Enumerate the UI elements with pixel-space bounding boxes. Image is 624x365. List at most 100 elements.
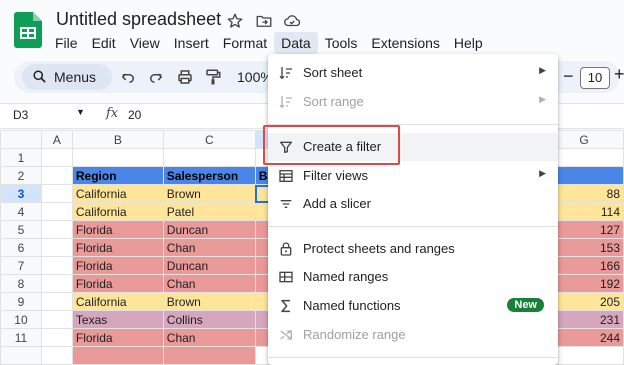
cell[interactable] [40, 238, 73, 257]
row-header[interactable]: 8 [0, 274, 42, 293]
menu-item-label: Add a slicer [303, 196, 371, 211]
menu-item-protect-sheets[interactable]: Protect sheets and ranges [268, 235, 558, 263]
menu-help[interactable]: Help [447, 34, 490, 52]
data-menu-dropdown: Sort sheet ▶ Sort range ▶ Create a filte… [268, 54, 558, 365]
print-icon[interactable] [176, 68, 194, 86]
cell[interactable] [71, 148, 164, 167]
filter-views-icon [279, 170, 293, 182]
paint-format-icon[interactable] [204, 68, 222, 86]
cloud-saved-icon[interactable] [283, 12, 301, 30]
menu-divider [268, 226, 558, 227]
cell-region[interactable]: Florida [71, 220, 164, 239]
menu-item-sort-range[interactable]: Sort range ▶ [268, 88, 558, 116]
decrease-font-size-button[interactable]: − [563, 66, 574, 87]
cell[interactable] [40, 310, 73, 329]
menu-extensions[interactable]: Extensions [364, 34, 446, 52]
undo-icon[interactable] [119, 68, 137, 86]
cell-region[interactable]: Florida [71, 274, 164, 293]
cell-salesperson[interactable]: Chan [162, 238, 256, 257]
menu-data[interactable]: Data [274, 32, 318, 54]
cell[interactable] [162, 148, 256, 167]
column-header-c[interactable]: C [162, 130, 256, 149]
redo-icon[interactable] [147, 68, 165, 86]
menu-item-named-functions[interactable]: Named functions New [268, 292, 558, 320]
document-title[interactable]: Untitled spreadsheet [56, 9, 221, 30]
sheets-logo-icon[interactable] [14, 12, 42, 48]
menu-view[interactable]: View [123, 34, 167, 52]
submenu-arrow-icon: ▶ [539, 94, 546, 104]
cell-salesperson[interactable]: Duncan [162, 220, 256, 239]
new-badge: New [507, 298, 544, 312]
menu-edit[interactable]: Edit [85, 34, 123, 52]
row-header[interactable]: 11 [0, 328, 42, 347]
column-header-a[interactable]: A [40, 130, 73, 149]
menu-item-randomize-range[interactable]: Randomize range [268, 321, 558, 349]
cell-region[interactable]: Florida [71, 238, 164, 257]
menu-divider [268, 357, 558, 358]
cell-region[interactable]: Texas [71, 310, 164, 329]
cell-region[interactable]: California [71, 202, 164, 221]
cell[interactable] [40, 256, 73, 275]
cell[interactable] [40, 166, 73, 185]
name-box[interactable]: D3 [13, 108, 28, 122]
menu-tools[interactable]: Tools [318, 34, 365, 52]
row-header[interactable]: 6 [0, 238, 42, 257]
menu-item-label: Named ranges [303, 269, 389, 284]
cell[interactable] [40, 148, 73, 167]
row-header[interactable] [0, 346, 42, 365]
cell-salesperson[interactable]: Chan [162, 274, 256, 293]
menu-file[interactable]: File [48, 34, 85, 52]
cell-salesperson[interactable]: Chan [162, 328, 256, 347]
cell-salesperson-header[interactable]: Salesperson [162, 166, 256, 185]
cell-salesperson[interactable]: Collins [162, 310, 256, 329]
named-ranges-icon [279, 271, 293, 283]
cell[interactable] [40, 346, 73, 365]
cell-region-header[interactable]: Region [71, 166, 164, 185]
slicer-icon [280, 200, 292, 208]
column-header-b[interactable]: B [71, 130, 164, 149]
cell[interactable] [40, 202, 73, 221]
menu-item-filter-views[interactable]: Filter views ▶ [268, 162, 558, 190]
menus-label: Menus [54, 69, 97, 85]
row-header[interactable]: 9 [0, 292, 42, 311]
cell[interactable] [40, 184, 73, 203]
select-all-corner[interactable] [0, 130, 42, 149]
increase-font-size-button[interactable]: + [614, 64, 624, 85]
menu-item-named-ranges[interactable]: Named ranges [268, 263, 558, 291]
cell-region[interactable]: California [71, 292, 164, 311]
sigma-icon [281, 299, 290, 313]
menu-item-add-slicer[interactable]: Add a slicer [268, 190, 558, 218]
cell-salesperson[interactable]: Duncan [162, 256, 256, 275]
row-header[interactable]: 1 [0, 148, 42, 167]
cell-salesperson[interactable]: Brown [162, 184, 256, 203]
cell-salesperson[interactable]: Brown [162, 292, 256, 311]
sort-icon [279, 67, 292, 80]
cell-region[interactable]: California [71, 184, 164, 203]
row-header[interactable]: 3 [0, 184, 42, 203]
cell[interactable] [40, 220, 73, 239]
menu-item-sort-sheet[interactable]: Sort sheet ▶ [268, 59, 558, 87]
cell-region[interactable]: Florida [71, 328, 164, 347]
font-size-input[interactable]: 10 [580, 67, 610, 89]
cell[interactable] [40, 292, 73, 311]
row-header[interactable]: 7 [0, 256, 42, 275]
menu-item-label: Randomize range [303, 327, 406, 342]
menu-format[interactable]: Format [216, 34, 274, 52]
row-header[interactable]: 4 [0, 202, 42, 221]
name-box-dropdown-icon[interactable]: ▼ [76, 107, 85, 117]
cell[interactable] [40, 274, 73, 293]
move-to-folder-icon[interactable] [255, 12, 273, 30]
row-header[interactable]: 5 [0, 220, 42, 239]
cell[interactable] [162, 346, 256, 365]
star-icon[interactable] [226, 12, 244, 30]
menu-insert[interactable]: Insert [167, 34, 216, 52]
submenu-arrow-icon: ▶ [539, 65, 546, 75]
formula-input[interactable]: 20 [128, 108, 141, 122]
cell-salesperson[interactable]: Patel [162, 202, 256, 221]
row-header[interactable]: 2 [0, 166, 42, 185]
row-header[interactable]: 10 [0, 310, 42, 329]
cell-region[interactable]: Florida [71, 256, 164, 275]
cell[interactable] [40, 328, 73, 347]
fx-icon: fx [106, 106, 119, 121]
cell[interactable] [71, 346, 164, 365]
